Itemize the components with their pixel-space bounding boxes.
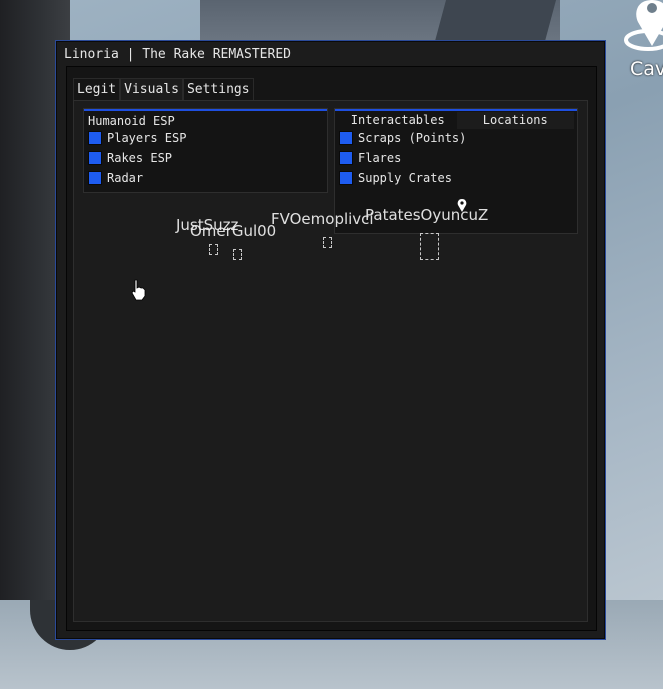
groupbox-accent xyxy=(84,109,327,111)
esp-player-name: OmerGul00 xyxy=(190,222,277,240)
hand-cursor-icon xyxy=(131,279,146,301)
toggle-label: Supply Crates xyxy=(358,171,452,185)
subtab-locations[interactable]: Locations xyxy=(456,112,574,129)
esp-player-box xyxy=(323,237,332,248)
checkbox-checked[interactable] xyxy=(339,151,353,165)
toggle-players-esp[interactable]: Players ESP xyxy=(88,131,186,145)
checkbox-checked[interactable] xyxy=(88,131,102,145)
map-pin-icon xyxy=(457,199,467,212)
subtab-interactables[interactable]: Interactables xyxy=(339,112,457,129)
esp-player-name: FVOemoplivci xyxy=(271,210,374,228)
toggle-radar[interactable]: Radar xyxy=(88,171,143,185)
toggle-scraps[interactable]: Scraps (Points) xyxy=(339,131,466,145)
toggle-label: Scraps (Points) xyxy=(358,131,467,145)
toggle-label: Radar xyxy=(107,171,144,185)
tab-visuals[interactable]: Visuals xyxy=(120,78,183,100)
esp-player-box xyxy=(233,249,242,260)
groupbox-title: Humanoid ESP xyxy=(88,114,175,128)
tab-settings[interactable]: Settings xyxy=(182,78,254,100)
map-pin-icon xyxy=(624,0,663,51)
humanoid-esp-groupbox: Humanoid ESP Players ESP Rakes ESP Radar xyxy=(83,108,328,193)
toggle-label: Rakes ESP xyxy=(107,151,173,165)
background-rock-shadow xyxy=(433,0,557,45)
toggle-supply-crates[interactable]: Supply Crates xyxy=(339,171,452,185)
checkbox-checked[interactable] xyxy=(88,171,102,185)
esp-player-box xyxy=(209,244,218,255)
toggle-flares[interactable]: Flares xyxy=(339,151,401,165)
toggle-label: Flares xyxy=(358,151,402,165)
toggle-label: Players ESP xyxy=(107,131,187,145)
groupbox-accent xyxy=(335,109,577,111)
tab-legit[interactable]: Legit xyxy=(73,78,121,100)
checkbox-checked[interactable] xyxy=(339,171,353,185)
esp-player-name: PatatesOyuncuZ xyxy=(365,206,489,224)
toggle-rakes-esp[interactable]: Rakes ESP xyxy=(88,151,172,165)
window-title[interactable]: Linoria | The Rake REMASTERED xyxy=(64,47,291,62)
window-body: Legit Visuals Settings Humanoid ESP Play… xyxy=(66,66,597,631)
groupbox-tab-bar: Interactables Locations xyxy=(339,112,574,129)
checkbox-checked[interactable] xyxy=(339,131,353,145)
checkbox-checked[interactable] xyxy=(88,151,102,165)
visuals-tab-content: Humanoid ESP Players ESP Rakes ESP Radar xyxy=(73,100,588,622)
tab-bar: Legit Visuals Settings xyxy=(73,78,254,100)
linoria-window[interactable]: Linoria | The Rake REMASTERED Legit Visu… xyxy=(55,40,606,640)
esp-player-box xyxy=(420,233,439,260)
location-label: Cav xyxy=(630,58,663,80)
